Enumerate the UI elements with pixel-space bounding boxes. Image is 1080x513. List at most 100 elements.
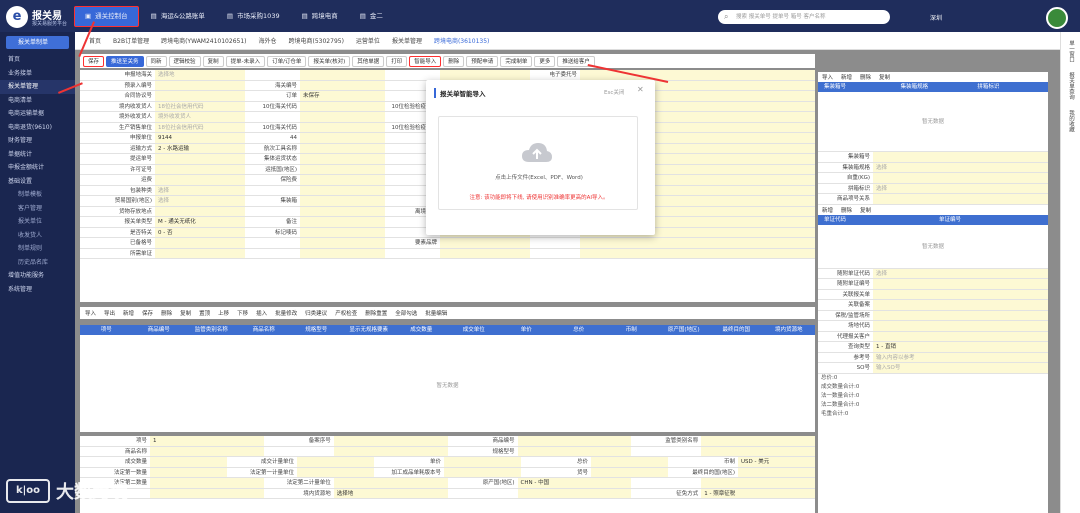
sidebar-item-ecommerce-transport[interactable]: 电商运输单据 xyxy=(0,107,75,121)
field-input[interactable]: 9144 xyxy=(155,133,245,143)
avatar[interactable] xyxy=(1046,7,1068,29)
tab-b2b-orders[interactable]: B2B订单管理 xyxy=(113,36,149,45)
field-input[interactable] xyxy=(300,206,385,216)
field-input[interactable] xyxy=(333,436,448,446)
container-tool-button[interactable]: 复制 xyxy=(879,73,890,81)
sidebar-item-finance[interactable]: 财务管理 xyxy=(0,134,75,148)
field-input[interactable] xyxy=(297,467,374,477)
field-input[interactable] xyxy=(155,154,245,164)
field-input[interactable] xyxy=(873,279,1048,289)
container-tool-button[interactable]: 导入 xyxy=(822,73,833,81)
field-input[interactable] xyxy=(300,164,385,174)
field-input[interactable] xyxy=(440,70,530,80)
sidebar-item-consignees[interactable]: 收发货人 xyxy=(0,229,75,243)
field-input[interactable] xyxy=(444,457,521,467)
container-tool-button[interactable]: 删除 xyxy=(860,73,871,81)
field-input[interactable] xyxy=(580,238,815,248)
sidebar-item-ecommerce-list[interactable]: 电商清单 xyxy=(0,94,75,108)
tab-ecommerce-active[interactable]: 跨境电商(3610135) xyxy=(434,36,489,45)
field-input[interactable] xyxy=(873,310,1048,320)
field-input[interactable]: 选择 xyxy=(155,185,245,195)
field-input[interactable]: 选择 xyxy=(873,268,1048,278)
refresh-button[interactable]: 同新 xyxy=(145,55,167,67)
grid-tool-button[interactable]: 全部勾选 xyxy=(395,309,417,317)
field-input[interactable] xyxy=(300,238,385,248)
print-button[interactable]: 打印 xyxy=(386,55,408,67)
field-input[interactable] xyxy=(517,436,632,446)
field-input[interactable]: M - 通关无纸化 xyxy=(155,217,245,227)
field-input[interactable] xyxy=(300,217,385,227)
field-input[interactable]: 境外收发货人 xyxy=(155,112,245,122)
grid-tool-button[interactable]: 保存 xyxy=(142,309,153,317)
link-declaration-query[interactable]: 报关单查询 xyxy=(1067,72,1075,100)
field-input[interactable] xyxy=(300,80,385,90)
field-input[interactable] xyxy=(873,321,1048,331)
field-input[interactable] xyxy=(150,446,264,456)
sidebar-item-ecommerce-return[interactable]: 电商退货(9610) xyxy=(0,121,75,135)
field-input[interactable] xyxy=(150,457,227,467)
doc-tool-button[interactable]: 删除 xyxy=(841,206,852,214)
sidebar-item-value-added[interactable]: 增值功能服务 xyxy=(0,269,75,283)
logic-check-button[interactable]: 逻辑校验 xyxy=(168,55,201,67)
field-input[interactable] xyxy=(300,227,385,237)
grid-tool-button[interactable]: 归类建议 xyxy=(305,309,327,317)
doc-tool-button[interactable]: 新增 xyxy=(822,206,833,214)
field-input[interactable] xyxy=(873,289,1048,299)
link-single-window[interactable]: 单一窗口 xyxy=(1067,40,1075,62)
sidebar-item-system[interactable]: 系统管理 xyxy=(0,283,75,297)
field-input[interactable] xyxy=(701,436,815,446)
field-input[interactable]: 18位社会信用代码 xyxy=(155,101,245,111)
link-favorites[interactable]: 我的收藏 xyxy=(1067,110,1075,132)
sidebar-item-home[interactable]: 首页 xyxy=(0,53,75,67)
field-input[interactable] xyxy=(297,457,374,467)
declaration-check-button[interactable]: 报关单(核对) xyxy=(308,55,351,67)
field-input[interactable]: USD - 美元 xyxy=(738,457,815,467)
field-input[interactable]: 输入SO号 xyxy=(873,363,1048,373)
field-input[interactable] xyxy=(333,478,448,488)
field-input[interactable] xyxy=(517,446,632,456)
field-input[interactable] xyxy=(333,446,448,456)
field-input[interactable] xyxy=(300,196,385,206)
field-input[interactable] xyxy=(440,238,530,248)
field-input[interactable]: 1 xyxy=(150,436,264,446)
sidebar-item-amount-stats[interactable]: 申报金额统计 xyxy=(0,161,75,175)
field-input[interactable] xyxy=(873,194,1048,204)
sidebar-item-rules[interactable]: 制单规则 xyxy=(0,242,75,256)
field-input[interactable] xyxy=(300,122,385,132)
field-input[interactable]: 选择 xyxy=(873,162,1048,172)
save-button[interactable]: 保存 xyxy=(83,55,105,67)
grid-tool-button[interactable]: 导入 xyxy=(85,309,96,317)
tab-overseas-warehouse[interactable]: 海外仓 xyxy=(259,36,277,45)
sidebar-item-history-names[interactable]: 历史品名库 xyxy=(0,256,75,270)
pre-allocate-button[interactable]: 预配申请 xyxy=(466,55,499,67)
field-input[interactable] xyxy=(440,248,530,258)
search-input[interactable]: 搜索 报关单号 提单号 箱号 客户名称 xyxy=(718,10,890,24)
grid-tool-button[interactable]: 删除重置 xyxy=(365,309,387,317)
field-input[interactable] xyxy=(701,478,815,488)
field-input[interactable] xyxy=(300,185,385,195)
field-input[interactable] xyxy=(738,467,815,477)
topnav-jin2[interactable]: ▤ 金二 xyxy=(350,6,393,27)
grid-tool-button[interactable]: 新增 xyxy=(123,309,134,317)
order-button[interactable]: 订单/订仓单 xyxy=(267,55,307,67)
grid-tool-button[interactable]: 导出 xyxy=(104,309,115,317)
sidebar-item-templates[interactable]: 制单模板 xyxy=(0,188,75,202)
field-input[interactable]: CHN - 中国 xyxy=(517,478,632,488)
field-input[interactable] xyxy=(444,467,521,477)
field-input[interactable]: 1 - 照章征税 xyxy=(701,488,815,498)
bill-status-button[interactable]: 提单-未录入 xyxy=(225,55,266,67)
topnav-sea-road-bill[interactable]: ▤ 海运&公路账单 xyxy=(141,6,215,27)
field-input[interactable] xyxy=(300,143,385,153)
delete-button[interactable]: 删除 xyxy=(443,55,465,67)
grid-tool-button[interactable]: 上移 xyxy=(218,309,229,317)
grid-tool-button[interactable]: 下移 xyxy=(237,309,248,317)
field-input[interactable] xyxy=(300,154,385,164)
field-input[interactable]: 未保存 xyxy=(300,91,385,101)
grid-tool-button[interactable]: 删除 xyxy=(161,309,172,317)
more-button[interactable]: 更多 xyxy=(534,55,556,67)
field-input[interactable] xyxy=(300,248,385,258)
field-input[interactable] xyxy=(873,173,1048,183)
sidebar-item-declaration-mgmt[interactable]: 报关单管理 xyxy=(0,80,75,94)
tab-operators[interactable]: 运营单位 xyxy=(356,36,380,45)
field-input[interactable] xyxy=(155,91,245,101)
